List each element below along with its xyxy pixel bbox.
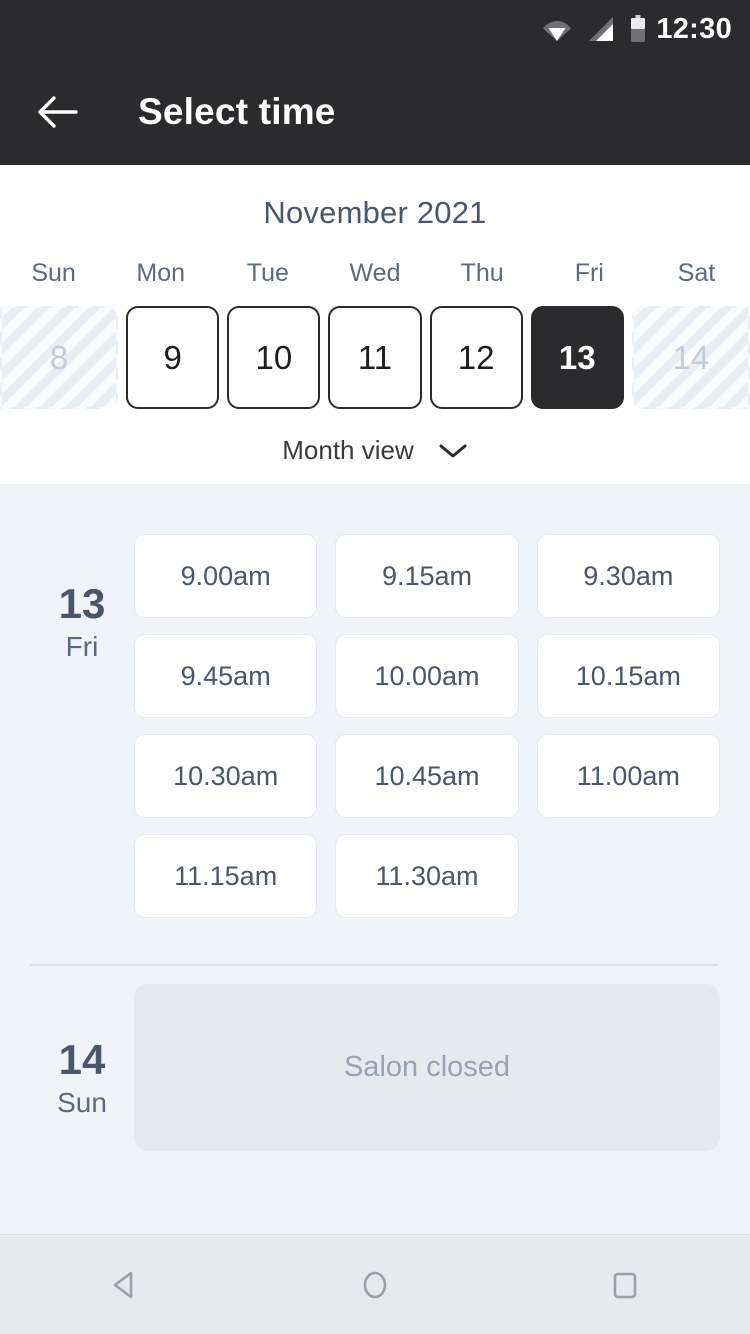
time-slot[interactable]: 11.15am <box>134 834 318 918</box>
chevron-down-icon <box>438 442 468 460</box>
weekday-label: Sun <box>31 259 76 287</box>
page-title: Select time <box>138 90 336 132</box>
salon-closed-panel: Salon closed <box>134 984 720 1151</box>
calendar-day-13[interactable]: 13 <box>530 306 624 409</box>
day-weekday: Sun <box>57 1087 107 1119</box>
calendar-day-10[interactable]: 10 <box>227 306 321 409</box>
android-nav-bar <box>0 1234 750 1334</box>
calendar-day-11[interactable]: 11 <box>328 306 422 409</box>
calendar-day-row: 8 9 10 11 12 13 14 <box>0 306 750 409</box>
phone-screen: 12:30 Select time November 2021 Sun Mon … <box>0 0 750 1334</box>
weekday-label: Fri <box>574 259 604 287</box>
schedule-list: 13 Fri 9.00am 9.15am 9.30am 9.45am 10.00… <box>0 484 750 1234</box>
app-bar: Select time <box>0 58 750 165</box>
calendar-day-9[interactable]: 9 <box>126 306 220 409</box>
day-number: 13 <box>58 580 106 627</box>
calendar-day-8: 8 <box>0 306 119 409</box>
arrow-left-icon <box>37 95 79 129</box>
calendar-month-title: November 2021 <box>263 195 487 230</box>
time-slot[interactable]: 9.00am <box>134 534 318 618</box>
day-section-13: 13 Fri 9.00am 9.15am 9.30am 9.45am 10.00… <box>0 518 750 918</box>
time-slot-grid: 9.00am 9.15am 9.30am 9.45am 10.00am 10.1… <box>134 518 720 918</box>
time-slot[interactable]: 11.30am <box>335 834 519 918</box>
wifi-icon <box>542 16 572 42</box>
calendar-day-12[interactable]: 12 <box>429 306 523 409</box>
month-view-label: Month view <box>282 435 414 465</box>
time-slot[interactable]: 10.15am <box>536 634 720 718</box>
time-slot[interactable]: 9.15am <box>335 534 519 618</box>
weekday-label: Thu <box>460 259 504 287</box>
nav-back-button[interactable] <box>80 1250 170 1320</box>
time-slot[interactable]: 9.45am <box>134 634 318 718</box>
calendar-day-14: 14 <box>631 306 750 409</box>
weekday-label: Mon <box>136 259 186 287</box>
calendar-weekday-header: Sun Mon Tue Wed Thu Fri Sat <box>0 259 750 288</box>
day-section-14: 14 Sun Salon closed <box>0 966 750 1151</box>
nav-back-icon <box>105 1265 145 1305</box>
status-time: 12:30 <box>656 12 732 45</box>
time-slot[interactable]: 11.00am <box>536 734 720 818</box>
weekday-label: Tue <box>246 259 289 287</box>
nav-home-icon <box>355 1265 395 1305</box>
weekday-label: Sat <box>677 259 716 287</box>
day-number: 14 <box>58 1036 106 1083</box>
day-label-14: 14 Sun <box>30 966 134 1124</box>
battery-icon <box>630 15 646 43</box>
time-slot[interactable]: 9.30am <box>536 534 720 618</box>
status-icon-group <box>542 15 646 43</box>
nav-home-button[interactable] <box>330 1250 420 1320</box>
status-bar: 12:30 <box>0 0 750 58</box>
calendar-strip: November 2021 Sun Mon Tue Wed Thu Fri Sa… <box>0 165 750 484</box>
time-slot[interactable]: 10.45am <box>335 734 519 818</box>
nav-recents-icon <box>605 1265 645 1305</box>
nav-recents-button[interactable] <box>580 1250 670 1320</box>
weekday-label: Wed <box>349 259 401 287</box>
day-label-13: 13 Fri <box>30 518 134 668</box>
time-slot[interactable]: 10.30am <box>134 734 318 818</box>
signal-icon <box>588 16 614 42</box>
back-button[interactable] <box>30 84 86 140</box>
day-weekday: Fri <box>65 631 99 663</box>
month-view-toggle[interactable]: Month view <box>0 435 750 466</box>
time-slot[interactable]: 10.00am <box>335 634 519 718</box>
